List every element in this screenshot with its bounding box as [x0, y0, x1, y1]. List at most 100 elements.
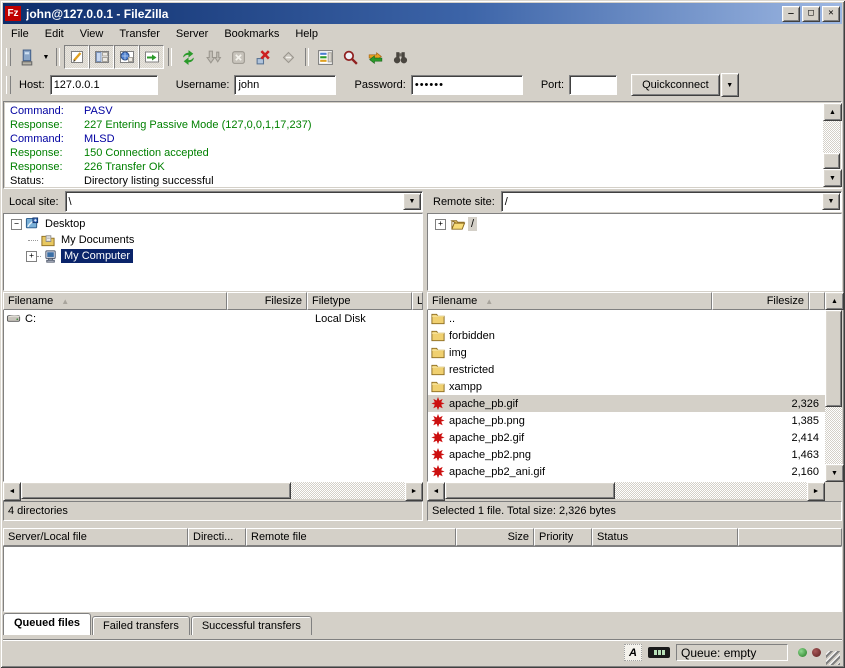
queue-column-server-local-file[interactable]: Server/Local file [3, 528, 188, 546]
tree-label: My Documents [58, 233, 137, 247]
queue-column-size[interactable]: Size [456, 528, 534, 546]
local-column-filesize[interactable]: Filesize [227, 292, 307, 310]
directory-comparison-button[interactable] [338, 45, 363, 69]
remote-column-filesize[interactable]: Filesize [712, 292, 809, 310]
file-row[interactable]: apache_pb2_ani.gif 2,160 [428, 463, 825, 480]
password-input[interactable] [411, 75, 523, 95]
expand-icon[interactable]: + [26, 251, 37, 262]
scroll-right-icon[interactable]: ► [807, 482, 825, 501]
site-manager-button[interactable] [15, 45, 40, 69]
local-list-hscrollbar[interactable]: ◄ ► [3, 482, 423, 499]
message-log-body[interactable]: Command:PASV Response:227 Entering Passi… [5, 103, 823, 187]
file-row[interactable]: xampp [428, 378, 825, 395]
menu-server[interactable]: Server [168, 26, 216, 42]
file-row[interactable]: apache_pb2.gif 2,414 [428, 429, 825, 446]
scroll-up-icon[interactable]: ▲ [825, 292, 844, 310]
minimize-button[interactable]: _ [782, 6, 800, 22]
tab-queued-files[interactable]: Queued files [3, 613, 91, 635]
file-row[interactable]: .. [428, 310, 825, 327]
local-site-combo[interactable]: \ ▼ [65, 191, 423, 212]
drive-icon [6, 311, 22, 326]
username-input[interactable] [234, 75, 336, 95]
remote-file-list[interactable]: .. forbidden img restricted xampp apache… [427, 310, 825, 482]
maximize-button[interactable]: □ [802, 6, 820, 22]
menu-transfer[interactable]: Transfer [111, 26, 168, 42]
collapse-icon[interactable]: − [11, 219, 22, 230]
file-row[interactable]: apache_pb.png 1,385 [428, 412, 825, 429]
remote-site-dropdown[interactable]: ▼ [822, 193, 840, 210]
title-bar[interactable]: Fz john@127.0.0.1 - FileZilla _ □ ✕ [3, 3, 842, 24]
local-column-filename[interactable]: Filename ▲ [3, 292, 227, 310]
menu-help[interactable]: Help [287, 26, 326, 42]
directory-filter-button[interactable] [313, 45, 338, 69]
menu-bookmarks[interactable]: Bookmarks [216, 26, 287, 42]
local-column-filetype[interactable]: Filetype [307, 292, 412, 310]
scroll-right-icon[interactable]: ► [405, 482, 423, 501]
queue-column-priority[interactable]: Priority [534, 528, 592, 546]
toolbar-separator [56, 48, 60, 66]
scrollbar-thumb[interactable] [445, 482, 615, 499]
quickconnect-dropdown[interactable]: ▼ [721, 73, 739, 97]
scrollbar-thumb[interactable] [823, 153, 840, 169]
scrollbar-thumb[interactable] [21, 482, 291, 499]
toggle-message-log-button[interactable] [64, 45, 89, 69]
scroll-down-icon[interactable]: ▼ [823, 169, 842, 187]
close-button[interactable]: ✕ [822, 6, 840, 22]
local-site-dropdown[interactable]: ▼ [403, 193, 421, 210]
file-row[interactable]: apache_pb2.png 1,463 [428, 446, 825, 463]
scroll-up-icon[interactable]: ▲ [823, 103, 842, 121]
tree-item-my-computer[interactable]: + My Computer [4, 248, 422, 264]
expand-icon[interactable]: + [435, 219, 446, 230]
speed-limit-icon[interactable] [648, 647, 670, 658]
menu-edit[interactable]: Edit [37, 26, 72, 42]
tree-item-root[interactable]: + / [428, 216, 841, 232]
local-column-last-modified[interactable]: L [412, 292, 423, 310]
scroll-left-icon[interactable]: ◄ [427, 482, 445, 501]
process-queue-button[interactable] [201, 45, 226, 69]
toggle-remote-tree-button[interactable] [114, 45, 139, 69]
remote-list-scrollbar[interactable]: ▲ ▼ [825, 292, 842, 482]
scrollbar-thumb[interactable] [825, 310, 842, 407]
file-row[interactable]: forbidden [428, 327, 825, 344]
message-log: Command:PASV Response:227 Entering Passi… [3, 101, 842, 189]
log-scrollbar[interactable]: ▲ ▼ [823, 103, 840, 187]
toggle-local-tree-button[interactable] [89, 45, 114, 69]
quickconnect-button[interactable]: Quickconnect [631, 74, 720, 96]
find-files-button[interactable] [388, 45, 413, 69]
queue-column-status[interactable]: Status [592, 528, 738, 546]
toolbar-grip[interactable] [6, 48, 11, 66]
local-file-list[interactable]: C: Local Disk [3, 310, 423, 482]
tree-item-my-documents[interactable]: My Documents [4, 232, 422, 248]
file-size: 2,414 [727, 432, 825, 444]
port-input[interactable] [569, 75, 617, 95]
file-row[interactable]: C: Local Disk [4, 310, 423, 327]
synchronized-browsing-button[interactable] [363, 45, 388, 69]
menu-file[interactable]: File [3, 26, 37, 42]
quickconnect-grip[interactable] [6, 76, 11, 94]
tab-successful-transfers[interactable]: Successful transfers [191, 616, 312, 635]
host-input[interactable] [50, 75, 158, 95]
queue-column-remote-file[interactable]: Remote file [246, 528, 456, 546]
toggle-transfer-queue-button[interactable] [139, 45, 164, 69]
transfer-type-icon[interactable]: A [624, 644, 642, 661]
file-row[interactable]: img [428, 344, 825, 361]
disconnect-button[interactable] [251, 45, 276, 69]
file-row[interactable]: restricted [428, 361, 825, 378]
site-manager-dropdown[interactable]: ▼ [40, 46, 52, 68]
tree-item-desktop[interactable]: − Desktop [4, 216, 422, 232]
scroll-down-icon[interactable]: ▼ [825, 464, 844, 482]
menu-view[interactable]: View [72, 26, 112, 42]
refresh-button[interactable] [176, 45, 201, 69]
queue-column-direction[interactable]: Directi... [188, 528, 246, 546]
tab-failed-transfers[interactable]: Failed transfers [92, 616, 190, 635]
remote-site-combo[interactable]: / ▼ [501, 191, 842, 212]
remote-column-filename[interactable]: Filename ▲ [427, 292, 712, 310]
queue-body[interactable] [3, 546, 842, 612]
reconnect-button[interactable] [276, 45, 301, 69]
remote-list-hscrollbar[interactable]: ◄ ► [427, 482, 825, 499]
file-size: 2,160 [727, 466, 825, 478]
scroll-left-icon[interactable]: ◄ [3, 482, 21, 501]
file-row-selected[interactable]: apache_pb.gif 2,326 [428, 395, 825, 412]
cancel-operation-button[interactable] [226, 45, 251, 69]
resize-grip[interactable] [826, 651, 840, 665]
